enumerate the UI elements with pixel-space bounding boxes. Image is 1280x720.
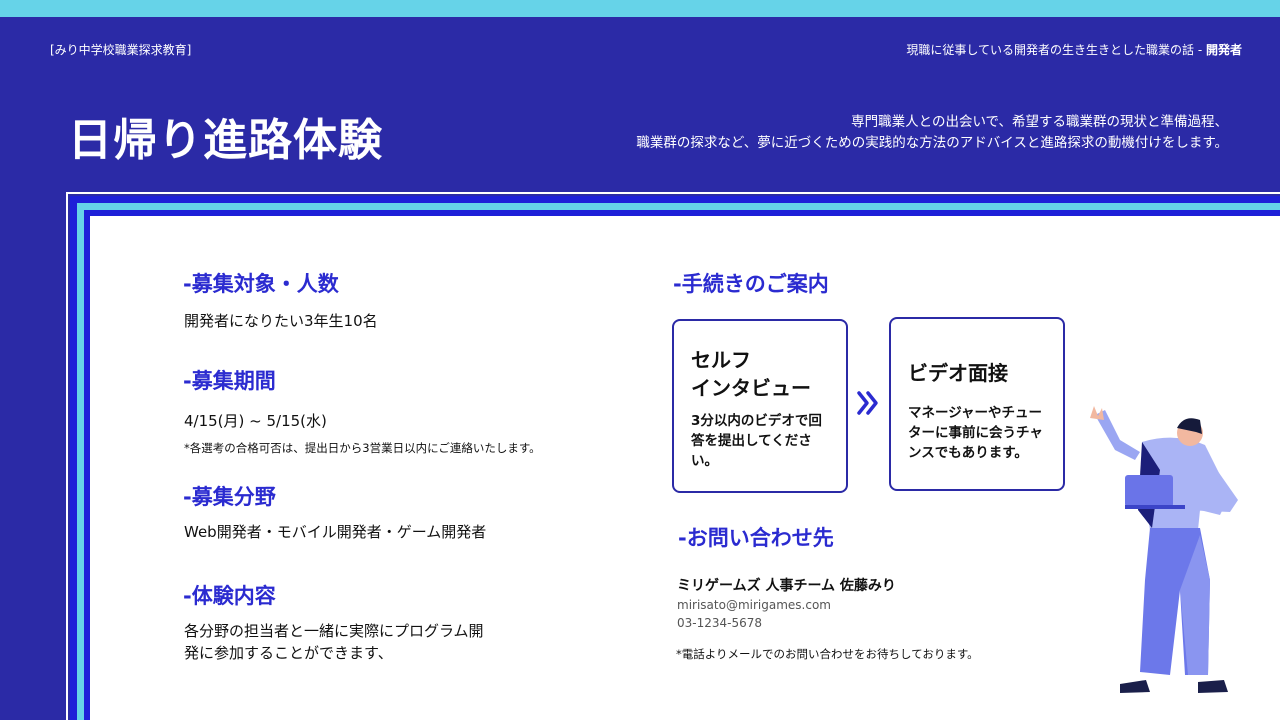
lead-line-1: 専門職業人との出会いで、希望する職業群の現状と準備過程、: [851, 114, 1228, 130]
contact-name: ミリゲームズ 人事チーム 佐藤みり: [677, 578, 896, 594]
contact-phone: 03-1234-5678: [677, 616, 763, 630]
recruit-field-heading: -募集分野: [183, 485, 276, 509]
step2-desc: マネージャーやチュー ターに事前に会うチャ ンスでもあります。: [908, 403, 1043, 463]
step1-desc-line-3: い。: [691, 453, 718, 469]
double-chevron-right-icon: [855, 388, 883, 422]
experience-heading: -体験内容: [183, 584, 276, 608]
lead-line-2: 職業群の探求など、夢に近づくための実践的な方法のアドバイスと進路探求の動機付けを…: [636, 135, 1228, 151]
step2-desc-line-3: ンスでもあります。: [908, 445, 1028, 461]
recruit-target-heading: -募集対象・人数: [183, 272, 339, 296]
recruit-period-heading: -募集期間: [183, 369, 276, 393]
header-tagline: 現職に従事している開発者の生き生きとした職業の話 - 開発者: [906, 41, 1242, 58]
experience-line-2: 発に参加することができます、: [184, 644, 393, 662]
lead-text: 専門職業人との出会いで、希望する職業群の現状と準備過程、 職業群の探求など、夢に…: [568, 112, 1228, 154]
recruit-field-text: Web開発者・モバイル開発者・ゲーム開発者: [184, 523, 487, 541]
step1-title-line-1: セルフ: [691, 348, 751, 372]
tagline-text: 現職に従事している開発者の生き生きとした職業の話 -: [906, 43, 1206, 57]
step1-desc-line-1: 3分以内のビデオで回: [691, 413, 822, 429]
step2-desc-line-2: ターに事前に会うチャ: [908, 425, 1043, 441]
step1-title: セルフ インタビュー: [691, 346, 811, 402]
step2-title: ビデオ面接: [908, 361, 1008, 385]
organization-label: [みり中学校職業探求教育]: [50, 43, 192, 57]
recruit-period-note: *各選考の合格可否は、提出日から3営業日以内にご連絡いたします。: [184, 441, 541, 455]
page-title: 日帰り進路体験: [68, 115, 383, 166]
step-card-video-interview: ビデオ面接 マネージャーやチュー ターに事前に会うチャ ンスでもあります。: [889, 317, 1065, 491]
man-with-laptop-illustration: [1080, 400, 1260, 704]
tagline-bold: 開発者: [1205, 43, 1242, 57]
step1-desc-line-2: 答を提出してくださ: [691, 433, 812, 449]
step-card-self-interview: セルフ インタビュー 3分以内のビデオで回 答を提出してくださ い。: [672, 319, 848, 493]
top-accent-strip: [0, 0, 1280, 17]
step1-title-line-2: インタビュー: [691, 376, 811, 400]
contact-email: mirisato@mirigames.com: [677, 598, 831, 612]
experience-line-1: 各分野の担当者と一緒に実際にプログラム開: [184, 622, 484, 640]
contact-heading: -お問い合わせ先: [678, 526, 834, 550]
experience-text: 各分野の担当者と一緒に実際にプログラム開 発に参加することができます、: [184, 620, 484, 664]
procedure-heading: -手続きのご案内: [673, 272, 829, 296]
recruit-target-text: 開発者になりたい3年生10名: [184, 312, 378, 330]
step2-desc-line-1: マネージャーやチュー: [908, 405, 1043, 421]
contact-note: *電話よりメールでのお問い合わせをお待ちしております。: [676, 647, 979, 661]
recruit-period-dates: 4/15(月) ~ 5/15(水): [184, 412, 327, 430]
step1-desc: 3分以内のビデオで回 答を提出してくださ い。: [691, 411, 822, 471]
